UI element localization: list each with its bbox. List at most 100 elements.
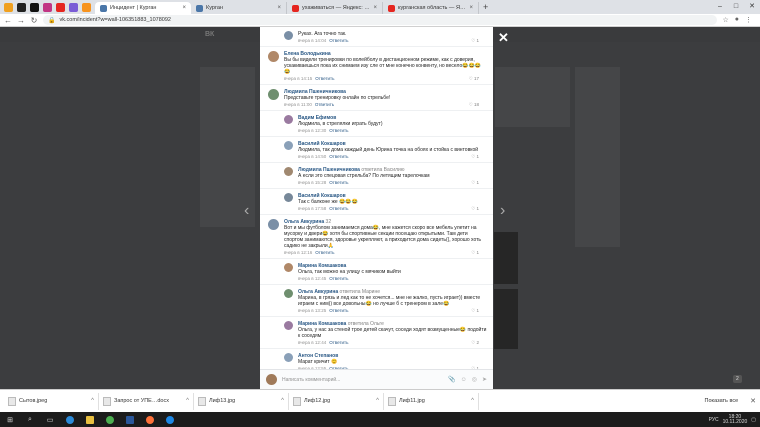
comment-date[interactable]: вчера в 12:30 <box>298 128 326 133</box>
like-button[interactable]: ♡ 1 <box>471 308 479 314</box>
comment-date[interactable]: вчера в 12:44 <box>298 340 326 345</box>
download-item[interactable]: Запрос от УПЕ…docx ^ <box>99 392 194 410</box>
comment-date[interactable]: вчера в 17:58 <box>298 206 326 211</box>
reply-button[interactable]: Ответить <box>329 340 348 345</box>
comment-avatar[interactable] <box>284 141 293 150</box>
youtube-ext-icon[interactable] <box>56 2 65 12</box>
like-button[interactable]: ♡ 1 <box>471 250 479 256</box>
comment-date[interactable]: вчера в 14:15 <box>284 76 312 81</box>
reply-button[interactable]: Ответить <box>315 250 334 255</box>
instagram-ext-icon[interactable] <box>43 2 52 12</box>
notifications-icon[interactable]: ▢ <box>751 417 756 423</box>
reply-button[interactable]: Ответить <box>329 180 348 185</box>
tab-yandex-2[interactable]: курганская область — Яндекс: н… × <box>383 2 479 14</box>
comment-date[interactable]: вчера в 14:50 <box>298 154 326 159</box>
word-icon[interactable] <box>120 412 140 427</box>
like-button[interactable]: ♡ 1 <box>471 38 479 44</box>
u-ext-icon[interactable] <box>69 2 78 12</box>
comment-date[interactable]: вчера в 11:00 <box>284 102 312 107</box>
explorer-icon[interactable] <box>80 412 100 427</box>
prev-arrow-icon[interactable]: ‹ <box>244 202 249 220</box>
minimize-icon[interactable]: – <box>712 0 728 14</box>
close-viewer-icon[interactable]: ✕ <box>498 30 509 46</box>
reply-button[interactable]: Ответить <box>329 308 348 313</box>
start-icon[interactable]: ⊞ <box>0 412 20 427</box>
reload-icon[interactable]: ↻ <box>30 16 38 25</box>
maximize-icon[interactable]: □ <box>728 0 744 14</box>
reply-button[interactable]: Ответить <box>329 38 348 43</box>
download-item[interactable]: Сытов.jpeg ^ <box>4 392 99 410</box>
reply-button[interactable]: Ответить <box>329 154 348 159</box>
comment-date[interactable]: вчера в 15:28 <box>298 180 326 185</box>
comment-avatar[interactable] <box>284 167 293 176</box>
edge-icon[interactable] <box>60 412 80 427</box>
task-view-icon[interactable]: ▭ <box>40 412 60 427</box>
app-icon[interactable] <box>160 412 180 427</box>
comment-date[interactable]: вчера в 12:45 <box>298 276 326 281</box>
chevron-up-icon[interactable]: ^ <box>186 398 189 404</box>
download-item[interactable]: Лиф12.jpg ^ <box>289 392 384 410</box>
forward-icon[interactable]: → <box>17 16 25 25</box>
comment-avatar[interactable] <box>284 353 293 362</box>
chevron-up-icon[interactable]: ^ <box>281 398 284 404</box>
url-field[interactable]: 🔒 vk.com/incident?w=wall-106351883_10780… <box>43 15 718 25</box>
clock[interactable]: 18:20 10.11.2020 <box>723 414 748 425</box>
comment-input[interactable]: Написать комментарий... <box>282 377 443 383</box>
camera-ext-icon[interactable] <box>17 2 26 12</box>
tab-incident[interactable]: Инцидент | Курган × <box>95 2 191 14</box>
comment-date[interactable]: вчера в 12:16 <box>284 250 312 255</box>
reply-button[interactable]: Ответить <box>329 206 348 211</box>
like-button[interactable]: ♡ 2 <box>471 340 479 346</box>
like-button[interactable]: ♡ 17 <box>469 76 479 82</box>
close-tab-icon[interactable]: × <box>373 5 377 11</box>
reply-button[interactable]: Ответить <box>315 76 334 81</box>
vk-logo[interactable]: ВК <box>205 31 214 38</box>
ok-ext-icon[interactable] <box>82 2 91 12</box>
like-button[interactable]: ♡ 1 <box>471 206 479 212</box>
comment-avatar[interactable] <box>268 219 279 230</box>
comment-avatar[interactable] <box>284 321 293 330</box>
like-button[interactable]: ♡ 1 <box>471 154 479 160</box>
comment-avatar[interactable] <box>284 193 293 202</box>
comments-list[interactable]: Руках. Ага точно так. вчера в 14:04 Ответи… <box>260 27 493 369</box>
like-button[interactable]: ♡ 18 <box>469 102 479 108</box>
emoji-icon[interactable]: ☺ <box>461 377 467 383</box>
mail-ext-icon[interactable] <box>4 2 13 12</box>
close-tab-icon[interactable]: × <box>469 5 473 11</box>
reply-button[interactable]: Ответить <box>329 276 348 281</box>
attach-icon[interactable]: 📎 <box>448 376 455 383</box>
like-button[interactable]: ♡ 1 <box>471 180 479 186</box>
chevron-up-icon[interactable]: ^ <box>376 398 379 404</box>
close-window-icon[interactable]: ✕ <box>744 0 760 14</box>
comment-avatar[interactable] <box>284 263 293 272</box>
search-icon[interactable]: ⌕ <box>20 412 40 427</box>
tray-lang[interactable]: РУС <box>709 417 719 423</box>
back-icon[interactable]: ← <box>4 16 12 25</box>
menu-icon[interactable]: ⋮ <box>745 16 752 24</box>
comment-avatar[interactable] <box>284 31 293 40</box>
next-arrow-icon[interactable]: › <box>500 202 505 220</box>
tab-yandex-1[interactable]: ухаживаться — Яндекс: нашл… × <box>287 2 383 14</box>
chrome-icon[interactable] <box>100 412 120 427</box>
close-tab-icon[interactable]: × <box>277 5 281 11</box>
reply-button[interactable]: Ответить <box>329 128 348 133</box>
show-all-downloads-button[interactable]: Показать все <box>705 398 751 404</box>
download-item[interactable]: Лиф11.jpg ^ <box>384 392 479 410</box>
download-item[interactable]: Лиф13.jpg ^ <box>194 392 289 410</box>
close-downloads-icon[interactable]: ✕ <box>750 397 756 405</box>
profile-icon[interactable]: ● <box>735 16 739 24</box>
camera-icon[interactable]: ◎ <box>472 376 477 383</box>
new-tab-button[interactable]: + <box>479 2 492 14</box>
tab-kurgan[interactable]: Курган × <box>191 2 287 14</box>
comment-date[interactable]: вчера в 14:04 <box>298 38 326 43</box>
comment-date[interactable]: вчера в 13:25 <box>298 308 326 313</box>
comment-avatar[interactable] <box>268 51 279 62</box>
chevron-up-icon[interactable]: ^ <box>471 398 474 404</box>
comment-avatar[interactable] <box>268 89 279 100</box>
reply-button[interactable]: Ответить <box>315 102 334 107</box>
firefox-icon[interactable] <box>140 412 160 427</box>
send-icon[interactable]: ➤ <box>482 376 487 383</box>
tiktok-ext-icon[interactable] <box>30 2 39 12</box>
chevron-up-icon[interactable]: ^ <box>91 398 94 404</box>
star-icon[interactable]: ☆ <box>722 16 728 24</box>
